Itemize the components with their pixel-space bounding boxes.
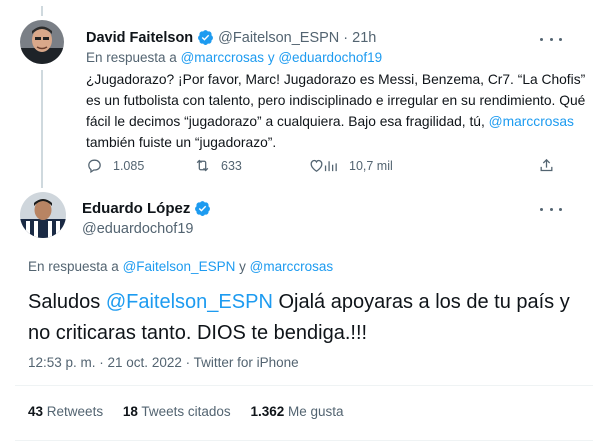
likes-stat[interactable]: 1.362 Me gusta — [250, 404, 343, 419]
likes-label: Me gusta — [288, 404, 344, 419]
reply-icon — [88, 159, 101, 174]
quotes-stat[interactable]: 18 Tweets citados — [123, 404, 231, 419]
author-handle[interactable]: @eduardochof19 — [82, 221, 193, 237]
retweets-count: 43 — [28, 404, 44, 419]
tweet2-text: Saludos @Faitelson_ESPN Ojalá apoyaras a… — [28, 287, 588, 349]
tweet-text-part: también fuiste un “jugadorazo”. — [86, 135, 277, 150]
replying-prefix: En respuesta a — [28, 259, 119, 274]
author-name[interactable]: Eduardo López — [82, 200, 190, 217]
verified-badge-icon — [195, 201, 211, 216]
tweet-stats: 43 Retweets 18 Tweets citados 1.362 Me g… — [28, 404, 360, 419]
quotes-count: 18 — [122, 404, 138, 419]
tweet2-handle-row: @eduardochof19 — [82, 221, 193, 237]
likes-count: 1.362 — [250, 404, 285, 419]
retweet-count: 633 — [221, 158, 242, 173]
separator-dot: · — [343, 29, 349, 46]
avatar-eduardo-lopez[interactable] — [20, 192, 66, 238]
reply-and: y — [239, 259, 246, 274]
reply-button[interactable]: 1.085 — [86, 157, 144, 174]
divider — [15, 385, 593, 386]
share-icon — [540, 158, 553, 172]
reply-and: y — [267, 50, 275, 65]
mention-link[interactable]: @Faitelson_ESPN — [106, 291, 273, 313]
reply-mention-link[interactable]: @Faitelson_ESPN — [123, 259, 236, 274]
tweet-time[interactable]: 21h — [352, 30, 376, 46]
replying-to: En respuesta a @Faitelson_ESPN y @marccr… — [28, 259, 333, 274]
tweet1-header: David Faitelson @Faitelson_ESPN · 21h — [86, 29, 376, 46]
reply-mention-link[interactable]: @marccrosas — [250, 259, 333, 274]
retweets-stat[interactable]: 43 Retweets — [28, 404, 103, 419]
mention-link[interactable]: @marccrosas — [489, 114, 574, 129]
retweets-label: Retweets — [46, 404, 104, 419]
avatar-david-faitelson[interactable] — [20, 20, 64, 64]
thread-line-top — [41, 6, 43, 16]
tweet2-header: Eduardo López — [82, 200, 215, 217]
views-button[interactable]: 10,7 mil — [322, 157, 393, 174]
retweet-button[interactable]: 633 — [194, 157, 242, 174]
more-icon[interactable] — [540, 34, 562, 44]
views-icon — [324, 161, 337, 172]
reply-mention-link[interactable]: @eduardochof19 — [278, 50, 382, 65]
tweet-timestamp[interactable]: 12:53 p. m. · 21 oct. 2022 · Twitter for… — [28, 355, 299, 370]
reply-count: 1.085 — [113, 158, 145, 173]
tweet1-text: ¿Jugadorazo? ¡Por favor, Marc! Jugadoraz… — [86, 69, 596, 153]
quotes-label: Tweets citados — [141, 404, 231, 419]
divider — [15, 440, 593, 441]
replying-prefix: En respuesta a — [86, 50, 177, 65]
tweet-text-part: Saludos — [28, 291, 101, 313]
tweet1-actions: 1.085 633 10,7 mil — [86, 157, 556, 177]
views-count: 10,7 mil — [349, 158, 393, 173]
author-name[interactable]: David Faitelson — [86, 30, 193, 46]
more-icon[interactable] — [540, 204, 562, 214]
retweet-icon — [196, 159, 209, 172]
reply-mention-link[interactable]: @marccrosas — [181, 50, 264, 65]
author-handle[interactable]: @Faitelson_ESPN — [218, 30, 339, 46]
thread-line — [41, 70, 43, 188]
share-button[interactable] — [538, 157, 565, 174]
verified-badge-icon — [198, 30, 214, 45]
replying-to: En respuesta a @marccrosas y @eduardocho… — [86, 50, 382, 65]
